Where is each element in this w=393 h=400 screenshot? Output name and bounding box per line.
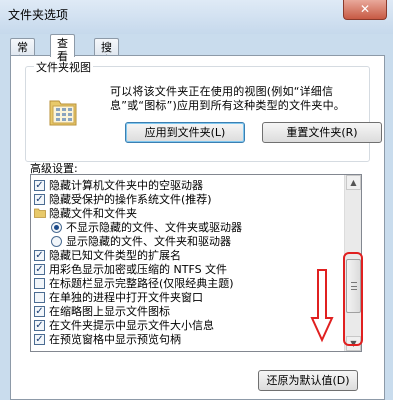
setting-hide-empty-drives[interactable]: ✓ 隐藏计算机文件夹中的空驱动器	[34, 179, 334, 192]
setting-color-ntfs[interactable]: ✓ 用彩色显示加密或压缩的 NTFS 文件	[34, 263, 334, 276]
tab-general[interactable]: 常规	[10, 38, 35, 67]
setting-group-hidden-files: 隐藏文件和文件夹	[34, 207, 334, 220]
setting-folder-tips-size[interactable]: ✓ 在文件夹提示中显示文件大小信息	[34, 319, 334, 332]
folder-view-icon	[49, 100, 77, 126]
setting-hide-protected-files[interactable]: ✓ 隐藏受保护的操作系统文件(推荐)	[34, 193, 334, 206]
setting-full-path-title[interactable]: 在标题栏显示完整路径(仅限经典主题)	[34, 277, 334, 290]
checkbox-checked-icon[interactable]: ✓	[34, 180, 45, 191]
close-button[interactable]: ✕	[343, 0, 387, 20]
folder-views-description: 可以将该文件夹正在使用的视图(例如“详细信息”或“图标”)应用到所有这种类型的文…	[110, 85, 345, 112]
title-bar: 文件夹选项 ✕	[0, 0, 393, 34]
red-down-arrow-icon	[310, 269, 334, 343]
checkbox-unchecked-icon[interactable]	[34, 292, 45, 303]
tab-view[interactable]: 查看	[50, 34, 75, 63]
radio-unselected-icon[interactable]	[51, 236, 62, 247]
checkbox-checked-icon[interactable]: ✓	[34, 320, 45, 331]
restore-defaults-button[interactable]: 还原为默认值(D)	[258, 370, 358, 391]
option-hide-hidden-files[interactable]: 不显示隐藏的文件、文件夹或驱动器	[51, 221, 351, 234]
setting-hide-extensions[interactable]: ✓ 隐藏已知文件类型的扩展名	[34, 249, 334, 262]
tab-search[interactable]: 搜索	[94, 38, 119, 67]
checkbox-checked-icon[interactable]: ✓	[34, 334, 45, 345]
apply-to-folders-button[interactable]: 应用到文件夹(L)	[125, 122, 245, 143]
checkbox-checked-icon[interactable]: ✓	[34, 194, 45, 205]
checkbox-unchecked-icon[interactable]	[34, 278, 45, 289]
folder-views-group: 文件夹视图 可以将该文件夹正在使用的视图(例如“详细信息”或“图标”)应用到所有…	[25, 59, 370, 162]
setting-thumbnail-icons[interactable]: ✓ 在缩略图上显示文件图标	[34, 305, 334, 318]
setting-separate-process[interactable]: 在单独的进程中打开文件夹窗口	[34, 291, 334, 304]
checkbox-checked-icon[interactable]: ✓	[34, 306, 45, 317]
close-icon: ✕	[359, 2, 371, 16]
checkbox-checked-icon[interactable]: ✓	[34, 264, 45, 275]
scrollbar-highlight-annotation	[343, 252, 363, 346]
setting-preview-handlers[interactable]: ✓ 在预览窗格中显示预览句柄	[34, 333, 334, 346]
checkbox-checked-icon[interactable]: ✓	[34, 250, 45, 261]
window-title: 文件夹选项	[8, 8, 69, 22]
radio-selected-icon[interactable]	[51, 222, 62, 233]
reset-folders-button[interactable]: 重置文件夹(R)	[262, 122, 382, 143]
option-show-hidden-files[interactable]: 显示隐藏的文件、文件夹和驱动器	[51, 235, 351, 248]
folder-icon	[34, 208, 46, 218]
scroll-up-icon[interactable]: ▲	[346, 175, 361, 190]
